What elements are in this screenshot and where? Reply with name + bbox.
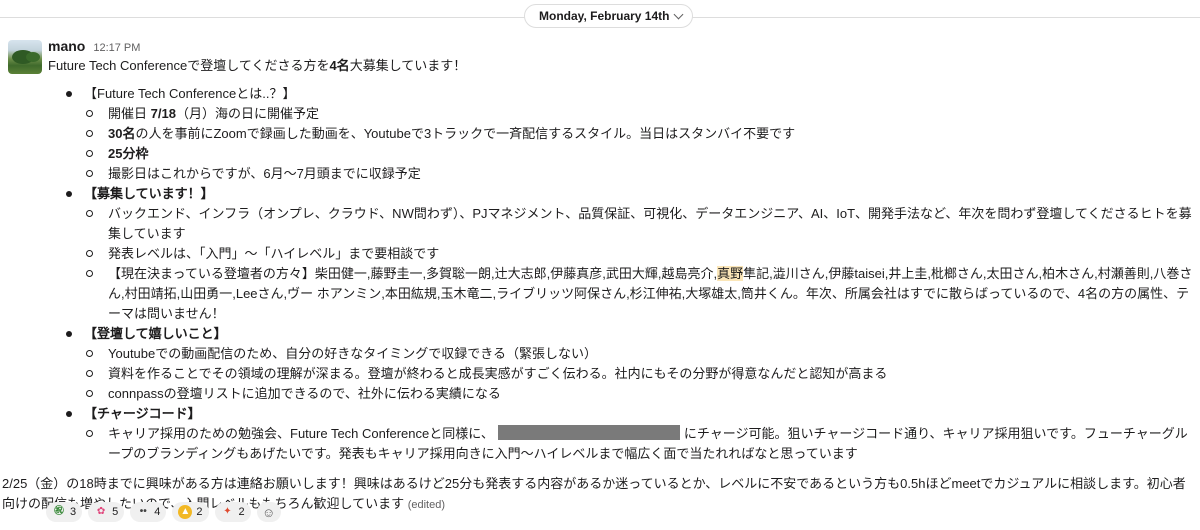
timestamp[interactable]: 12:17 PM bbox=[93, 42, 140, 54]
pink-kanji-emoji-icon: ✿ bbox=[96, 506, 106, 517]
section-heading: 【登壇して嬉しいこと】 bbox=[84, 326, 227, 341]
highlighted-name: 真野 bbox=[717, 266, 744, 281]
date-divider: Monday, February 14th bbox=[0, 0, 1200, 34]
thumbs-up-icon: ▲ bbox=[178, 505, 193, 519]
avatar[interactable] bbox=[8, 40, 42, 74]
list-item: 発表レベルは、「入門」〜「ハイレベル」まで要相談です bbox=[84, 244, 1196, 264]
edited-label: (edited) bbox=[407, 499, 446, 511]
list-item: 30名の人を事前にZoomで録画した動画を、Youtubeで3トラックで一斉配信… bbox=[84, 124, 1196, 144]
reactions-bar: ㊗ 3 ✿ 5 •• 4 ▲ 2 ✦ 2 ☺ bbox=[46, 502, 281, 522]
reaction-kanji[interactable]: ㊗ 3 bbox=[46, 502, 83, 522]
redacted-block bbox=[497, 425, 680, 440]
reaction-red-kanji[interactable]: ✦ 2 bbox=[214, 502, 251, 522]
list-item: 【現在決まっている登壇者の方々】柴田健一,藤野圭一,多賀聡一朗,辻大志郎,伊藤真… bbox=[84, 264, 1196, 324]
section-heading: 【募集しています！】 bbox=[84, 186, 214, 201]
message-intro: Future Tech Conferenceで登壇してくださる方を4名大募集して… bbox=[48, 58, 467, 73]
section-heading: 【Future Tech Conferenceとは..？】 bbox=[84, 86, 296, 101]
list-item: 25分枠 bbox=[84, 144, 1196, 164]
reaction-pink-kanji[interactable]: ✿ 5 bbox=[88, 502, 125, 522]
reaction-eyes[interactable]: •• 4 bbox=[130, 502, 167, 522]
add-reaction-icon: ☺ bbox=[261, 504, 276, 520]
list-item: キャリア採用のための勉強会、Future Tech Conferenceと同様に… bbox=[84, 424, 1196, 464]
message: mano 12:17 PM Future Tech Conferenceで登壇し… bbox=[2, 38, 1196, 515]
date-jump-button[interactable]: Monday, February 14th bbox=[524, 4, 694, 28]
section-heading: 【チャージコード】 bbox=[84, 406, 201, 421]
eyes-icon: •• bbox=[139, 506, 147, 517]
kanji-emoji-icon: ㊗ bbox=[54, 506, 64, 517]
red-kanji-emoji-icon: ✦ bbox=[223, 506, 232, 517]
list-item: 撮影日はこれからですが、6月〜7月頭までに収録予定 bbox=[84, 164, 1196, 184]
list-item: バックエンド、インフラ（オンプレ、クラウド、NW問わず）、PJマネジメント、品質… bbox=[84, 204, 1196, 244]
author-name[interactable]: mano bbox=[48, 38, 85, 54]
reaction-thumbs-up[interactable]: ▲ 2 bbox=[172, 502, 209, 522]
list-item: connpassの登壇リストに追加できるので、社外に伝わる実績になる bbox=[84, 384, 1196, 404]
message-list: 【Future Tech Conferenceとは..？】 開催日 7/18（月… bbox=[48, 84, 1196, 464]
list-item: 【募集しています！】 バックエンド、インフラ（オンプレ、クラウド、NW問わず）、… bbox=[66, 184, 1196, 324]
date-label: Monday, February 14th bbox=[539, 9, 670, 23]
list-item: 資料を作ることでその領域の理解が深まる。登壇が終わると成長実感がすごく伝わる。社… bbox=[84, 364, 1196, 384]
list-item: 【登壇して嬉しいこと】 Youtubeでの動画配信のため、自分の好きなタイミング… bbox=[66, 324, 1196, 404]
chevron-down-icon bbox=[674, 9, 684, 20]
add-reaction-button[interactable]: ☺ bbox=[256, 502, 281, 522]
list-item: 開催日 7/18（月）海の日に開催予定 bbox=[84, 104, 1196, 124]
list-item: 【チャージコード】 キャリア採用のための勉強会、Future Tech Conf… bbox=[66, 404, 1196, 464]
list-item: Youtubeでの動画配信のため、自分の好きなタイミングで収録できる（緊張しない… bbox=[84, 344, 1196, 364]
message-header: mano 12:17 PM bbox=[48, 38, 1196, 56]
list-item: 【Future Tech Conferenceとは..？】 開催日 7/18（月… bbox=[66, 84, 1196, 184]
